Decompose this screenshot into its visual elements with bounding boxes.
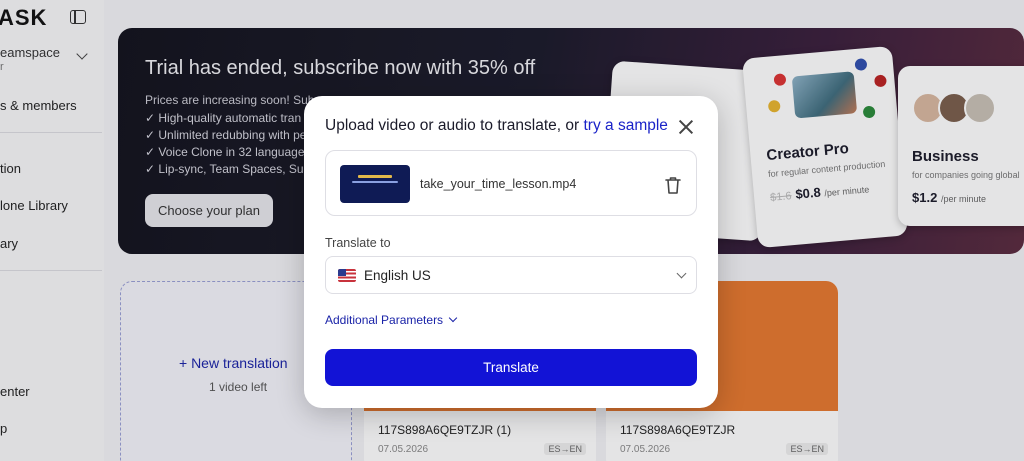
selected-language: English US — [364, 268, 431, 283]
additional-parameters-toggle[interactable]: Additional Parameters — [325, 313, 458, 327]
thumbnail-title-bar — [358, 175, 392, 178]
file-name: take_your_time_lesson.mp4 — [420, 177, 577, 191]
target-language-select[interactable]: English US — [325, 256, 697, 294]
try-sample-link[interactable]: try a sample — [584, 117, 668, 134]
translate-to-label: Translate to — [325, 236, 391, 250]
file-thumbnail — [340, 165, 410, 203]
uploaded-file: take_your_time_lesson.mp4 — [325, 150, 697, 216]
additional-parameters-label: Additional Parameters — [325, 313, 444, 327]
us-flag-icon — [338, 269, 356, 282]
chevron-down-icon — [676, 268, 687, 279]
upload-modal: Upload video or audio to translate, or t… — [304, 96, 718, 408]
trash-icon[interactable] — [664, 175, 682, 195]
translate-button[interactable]: Translate — [325, 349, 697, 386]
modal-title: Upload video or audio to translate, or t… — [325, 117, 668, 135]
modal-title-text: Upload video or audio to translate, or — [325, 117, 584, 134]
thumbnail-subtitle-bar — [352, 181, 398, 183]
close-icon[interactable] — [678, 119, 694, 135]
chevron-down-icon — [448, 313, 458, 323]
